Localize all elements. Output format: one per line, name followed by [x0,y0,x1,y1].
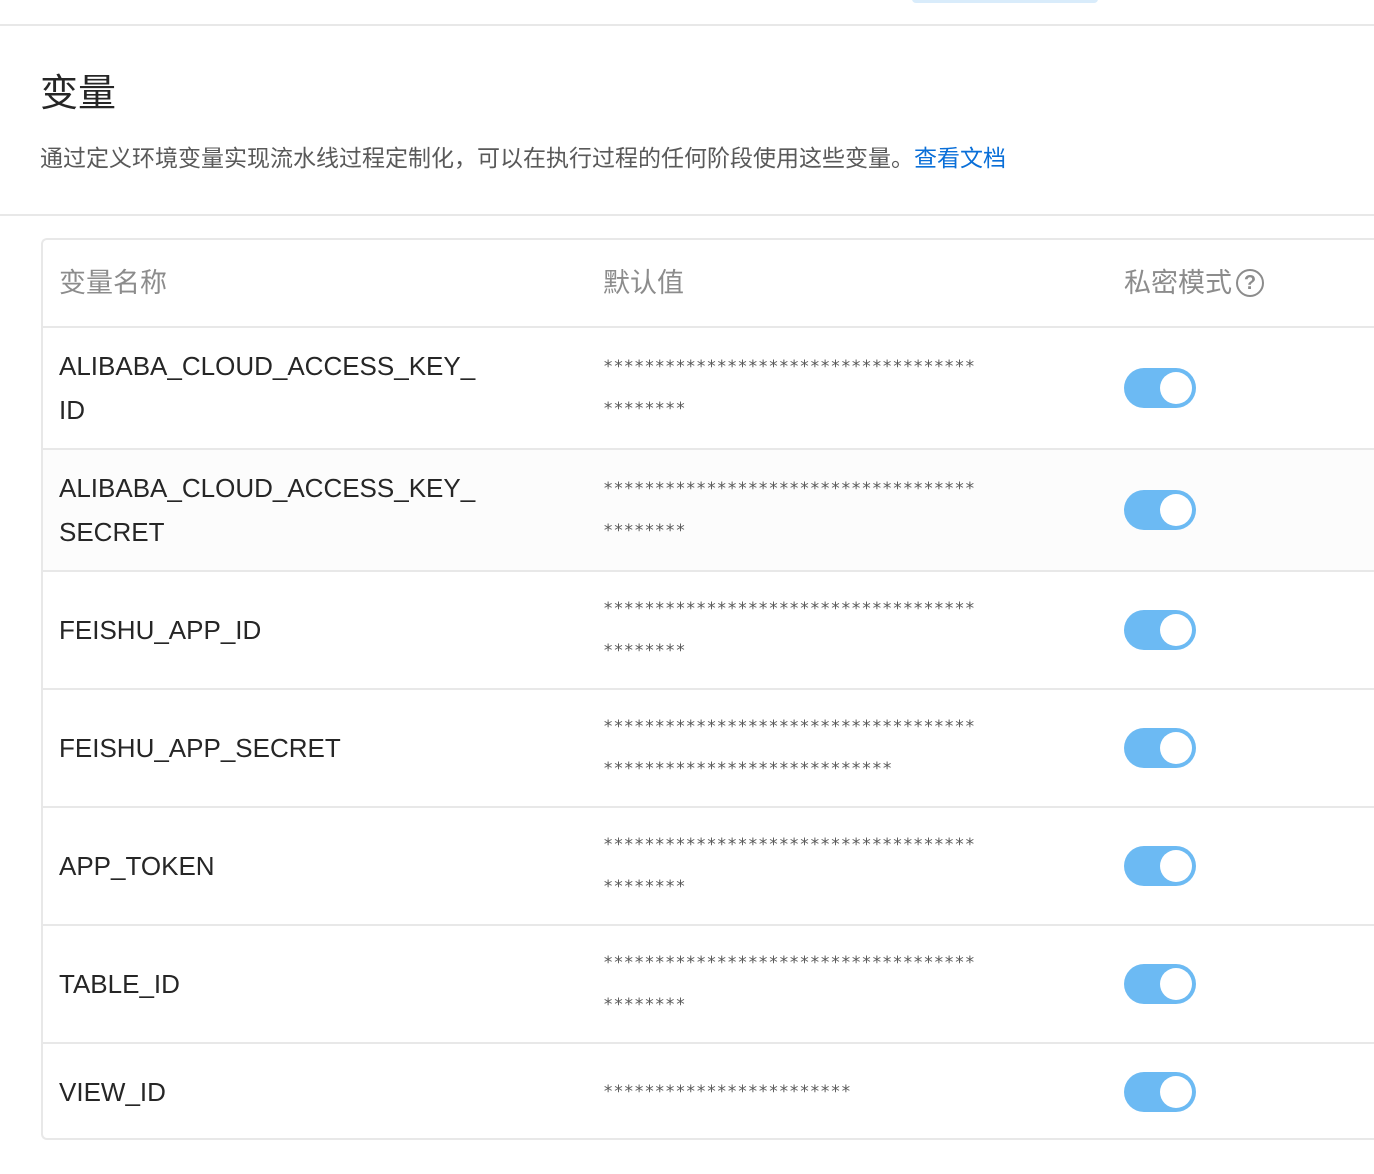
toggle-knob [1160,732,1192,764]
variable-name: VIEW_ID [59,1077,166,1107]
variable-value: ****************************************… [603,717,976,779]
table-row: ALIBABA_CLOUD_ACCESS_KEY_SECRET ********… [43,450,1374,572]
question-circle-icon[interactable]: ? [1236,269,1264,297]
variable-value: ****************************************… [603,835,976,897]
column-header-secret-label: 私密模式 [1124,268,1232,298]
page-title: 变量 [40,73,117,115]
column-header-value: 默认值 [603,268,684,298]
active-tab-indicator [912,0,1098,3]
secret-mode-toggle[interactable] [1124,846,1196,886]
variable-value: ****************************************… [603,599,976,661]
page-description: 通过定义环境变量实现流水线过程定制化，可以在执行过程的任何阶段使用这些变量。查看… [40,142,1006,174]
table-row: VIEW_ID ************************ [43,1044,1374,1138]
secret-mode-toggle[interactable] [1124,1072,1196,1112]
variable-name: ALIBABA_CLOUD_ACCESS_KEY_SECRET [59,473,476,547]
secret-mode-cell [1124,1044,1196,1138]
view-docs-link[interactable]: 查看文档 [914,145,1006,171]
variable-name: APP_TOKEN [59,851,215,881]
secret-mode-cell [1124,808,1196,924]
variable-value: ****************************************… [603,357,976,419]
secret-mode-cell [1124,450,1196,570]
table-row: TABLE_ID *******************************… [43,926,1374,1044]
table-row: FEISHU_APP_ID **************************… [43,572,1374,690]
table-row: ALIBABA_CLOUD_ACCESS_KEY_ID ************… [43,328,1374,450]
variables-header: 变量 通过定义环境变量实现流水线过程定制化，可以在执行过程的任何阶段使用这些变量… [0,26,1374,216]
secret-mode-toggle[interactable] [1124,610,1196,650]
secret-mode-cell [1124,328,1196,448]
variable-name: TABLE_ID [59,969,180,999]
column-header-name: 变量名称 [59,268,167,298]
table-row: APP_TOKEN ******************************… [43,808,1374,926]
secret-mode-toggle[interactable] [1124,728,1196,768]
variable-value: ************************ [603,1082,852,1102]
toggle-knob [1160,372,1192,404]
table-header: 变量名称 默认值 私密模式 ? [43,240,1374,328]
variables-table: 变量名称 默认值 私密模式 ? ALIBABA_CLOUD_ACCESS_KEY… [41,238,1374,1140]
description-text: 通过定义环境变量实现流水线过程定制化，可以在执行过程的任何阶段使用这些变量。 [40,145,914,171]
toggle-knob [1160,1076,1192,1108]
column-header-secret: 私密模式 ? [1124,240,1264,326]
variable-value: ****************************************… [603,953,976,1015]
variable-name: ALIBABA_CLOUD_ACCESS_KEY_ID [59,351,476,425]
variable-name: FEISHU_APP_ID [59,615,262,645]
toggle-knob [1160,850,1192,882]
variable-value: ****************************************… [603,479,976,541]
toggle-knob [1160,968,1192,1000]
secret-mode-cell [1124,690,1196,806]
secret-mode-toggle[interactable] [1124,490,1196,530]
toggle-knob [1160,494,1192,526]
secret-mode-toggle[interactable] [1124,964,1196,1004]
table-row: FEISHU_APP_SECRET **********************… [43,690,1374,808]
secret-mode-toggle[interactable] [1124,368,1196,408]
secret-mode-cell [1124,572,1196,688]
variable-name: FEISHU_APP_SECRET [59,733,341,763]
toggle-knob [1160,614,1192,646]
top-tab-bar [0,0,1374,26]
secret-mode-cell [1124,926,1196,1042]
